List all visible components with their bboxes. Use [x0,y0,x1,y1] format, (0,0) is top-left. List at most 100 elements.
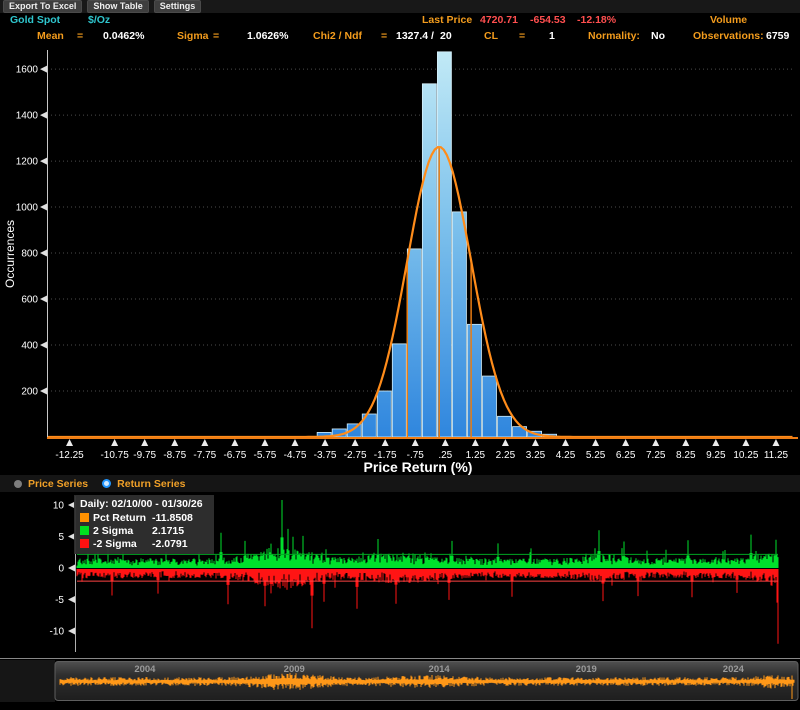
two-sigma-value: 2.1715 [152,525,184,537]
sigma-label: Sigma [177,30,209,42]
neg-two-sigma-swatch-icon [80,539,89,548]
svg-text:2024: 2024 [723,664,745,675]
svg-text:2.25: 2.25 [496,450,516,461]
svg-text:11.25: 11.25 [764,450,789,461]
navigator-corner [0,660,55,702]
last-price-value: 4720.71 [480,14,518,26]
return-y-ticks: 10 5 0 -5 -10 [50,501,75,638]
svg-text:200: 200 [21,387,38,398]
price-change-pct: -12.18% [577,14,616,26]
export-to-excel-button[interactable]: Export To Excel [3,0,82,13]
volume-label: Volume [710,14,747,26]
normality-label: Normality: [588,30,640,42]
svg-text:400: 400 [21,341,38,352]
cl-value: 1 [549,30,555,42]
tooltip-row-pct-return: Pct Return -11.8508 [80,511,208,524]
svg-text:8.25: 8.25 [676,450,696,461]
chi2-value: 1327.4 / [396,30,434,42]
chi2-ndf-label: Chi2 / Ndf [313,30,362,42]
ndf-value: 20 [440,30,452,42]
daily-return-chart[interactable]: 10 5 0 -5 -10 Daily: 02/10/00 - 01/30/26 Pct… [0,492,800,658]
sigma-equals: = [213,30,219,42]
security-header-row: Gold Spot $/Oz Last Price 4720.71 -654.5… [0,13,800,29]
svg-text:10: 10 [53,501,65,512]
mean-equals: = [77,30,83,42]
last-price-label: Last Price [422,14,472,26]
legend-price-series[interactable]: Price Series [14,478,88,490]
mean-value: 0.0462% [103,30,144,42]
two-sigma-label: 2 Sigma [93,525,152,537]
svg-text:1000: 1000 [16,203,39,214]
tooltip-row-2sigma: 2 Sigma 2.1715 [80,524,208,537]
show-table-button[interactable]: Show Table [87,0,148,13]
svg-text:-10: -10 [50,627,65,638]
return-series-dot-icon [102,479,111,488]
svg-text:-7.75: -7.75 [193,450,216,461]
observations-label: Observations: [693,30,764,42]
svg-text:6.25: 6.25 [616,450,636,461]
pct-return-swatch-icon [80,513,89,522]
svg-text:2009: 2009 [284,664,305,675]
cl-equals: = [519,30,525,42]
svg-text:-8.75: -8.75 [163,450,186,461]
two-sigma-swatch-icon [80,526,89,535]
price-series-label: Price Series [28,478,88,490]
return-histogram-chart[interactable]: 2004006008001000120014001600-12.25-10.75… [0,46,800,475]
tooltip-date-range: Daily: 02/10/00 - 01/30/26 [80,498,208,510]
return-series-label: Return Series [117,478,185,490]
x-axis-title: Price Return (%) [364,459,473,475]
statistics-row: Mean = 0.0462% Sigma = 1.0626% Chi2 / Nd… [0,29,800,45]
svg-text:-4.75: -4.75 [284,450,307,461]
pct-return-label: Pct Return [93,512,152,524]
navigator-svg: 2004 2009 2014 2019 2024 [0,658,800,705]
svg-text:-9.75: -9.75 [133,450,156,461]
security-unit: $/Oz [88,14,110,26]
svg-text:3.25: 3.25 [526,450,546,461]
y-axis-title: Occurrences [3,220,17,288]
mean-label: Mean [37,30,64,42]
chi2-equals: = [381,30,387,42]
svg-text:-12.25: -12.25 [55,450,84,461]
bloomberg-hra-screen: { "toolbar": { "buttons": ["Export To Ex… [0,0,800,705]
svg-text:-3.75: -3.75 [314,450,337,461]
sigma-value: 1.0626% [247,30,288,42]
histogram-svg: 2004006008001000120014001600-12.25-10.75… [0,46,800,475]
svg-text:1400: 1400 [16,111,39,122]
security-name: Gold Spot [10,14,60,26]
svg-text:-5: -5 [55,595,64,606]
svg-text:800: 800 [21,249,38,260]
svg-text:5: 5 [58,532,64,543]
series-legend: Price Series Return Series [0,475,800,492]
negative-returns-series [77,569,778,644]
histogram-bars [317,52,556,437]
svg-text:2004: 2004 [134,664,156,675]
neg-two-sigma-value: -2.0791 [152,538,188,550]
svg-text:5.25: 5.25 [586,450,606,461]
observations-value: 6759 [766,30,789,42]
tooltip-row-neg2sigma: -2 Sigma -2.0791 [80,537,208,550]
cl-label: CL [484,30,498,42]
price-change: -654.53 [530,14,566,26]
svg-text:2019: 2019 [576,664,597,675]
toolbar: Export To Excel Show Table Settings [0,0,800,13]
svg-text:10.25: 10.25 [733,450,758,461]
timeline-navigator[interactable]: 2004 2009 2014 2019 2024 [0,658,800,705]
svg-text:7.25: 7.25 [646,450,666,461]
legend-return-series[interactable]: Return Series [102,478,185,490]
svg-text:1600: 1600 [16,65,39,76]
svg-text:600: 600 [21,295,38,306]
svg-text:4.25: 4.25 [556,450,576,461]
svg-text:9.25: 9.25 [706,450,726,461]
svg-text:-10.75: -10.75 [100,450,129,461]
x-axis-ticks: -12.25 -10.75 -9.75 -8.75 -7.75 -6.75 -5.75 -4.… [55,439,788,461]
settings-button[interactable]: Settings [154,0,202,13]
neg-two-sigma-label: -2 Sigma [93,538,152,550]
svg-text:-6.75: -6.75 [223,450,246,461]
normality-value: No [651,30,665,42]
price-series-dot-icon [14,480,22,488]
svg-text:0: 0 [58,564,64,575]
svg-text:2014: 2014 [429,664,451,675]
svg-text:-5.75: -5.75 [254,450,277,461]
pct-return-value: -11.8508 [152,512,193,524]
crosshair-tooltip: Daily: 02/10/00 - 01/30/26 Pct Return -1… [74,495,214,554]
